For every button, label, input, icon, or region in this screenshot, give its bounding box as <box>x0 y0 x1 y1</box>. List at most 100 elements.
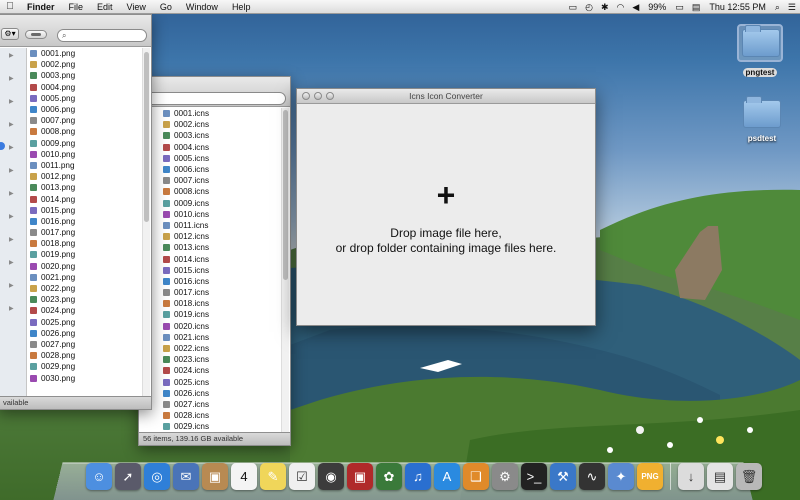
file-row[interactable]: 0007.icns <box>139 175 280 186</box>
file-row[interactable]: 0018.png <box>0 238 141 249</box>
apple-menu-icon[interactable]:  <box>0 1 20 12</box>
reminders-icon[interactable]: ☑ <box>289 463 315 490</box>
finder-icon[interactable]: ☺ <box>86 463 112 490</box>
file-row[interactable]: 0021.icns <box>139 332 280 343</box>
file-row[interactable]: 0013.png <box>0 182 141 193</box>
file-row[interactable]: 0012.icns <box>139 231 280 242</box>
file-row[interactable]: 0002.icns <box>139 119 280 130</box>
scrollbar[interactable] <box>281 108 289 445</box>
menu-app-finder[interactable]: Finder <box>20 0 62 14</box>
downloads-icon[interactable]: ↓ <box>678 463 704 490</box>
wifi-icon[interactable]: ◠ <box>613 2 629 13</box>
menu-view[interactable]: View <box>120 0 153 14</box>
calendar-icon[interactable]: 4 <box>231 463 257 490</box>
file-row[interactable]: 0023.icns <box>139 354 280 365</box>
file-row[interactable]: 0003.png <box>0 70 141 81</box>
file-row[interactable]: 0015.png <box>0 205 141 216</box>
file-row[interactable]: 0024.icns <box>139 365 280 376</box>
file-row[interactable]: 0010.icns <box>139 209 280 220</box>
file-row[interactable]: 0028.icns <box>139 410 280 421</box>
appstore-icon[interactable]: A <box>434 463 460 490</box>
file-row[interactable]: 0020.icns <box>139 321 280 332</box>
file-row[interactable]: 0026.icns <box>139 388 280 399</box>
file-row[interactable]: 0023.png <box>0 294 141 305</box>
file-row[interactable]: 0019.png <box>0 249 141 260</box>
file-row[interactable]: 0012.png <box>0 171 141 182</box>
file-row[interactable]: 0025.png <box>0 317 141 328</box>
file-row[interactable]: 0001.icns <box>139 108 280 119</box>
file-row[interactable]: 0017.png <box>0 227 141 238</box>
safari-icon[interactable]: ◎ <box>144 463 170 490</box>
file-row[interactable]: 0026.png <box>0 328 141 339</box>
file-row[interactable]: 0008.png <box>0 126 141 137</box>
zoom-button[interactable] <box>326 92 334 100</box>
file-row[interactable]: 0009.png <box>0 138 141 149</box>
iphoto-icon[interactable]: ✿ <box>376 463 402 490</box>
file-row[interactable]: 0016.icns <box>139 276 280 287</box>
menu-help[interactable]: Help <box>225 0 258 14</box>
file-row[interactable]: 0021.png <box>0 272 141 283</box>
file-row[interactable]: 0001.png <box>0 48 141 59</box>
menu-file[interactable]: File <box>62 0 91 14</box>
file-row[interactable]: 0028.png <box>0 350 141 361</box>
file-row[interactable]: 0020.png <box>0 261 141 272</box>
file-row[interactable]: 0019.icns <box>139 309 280 320</box>
itunes-icon[interactable]: ♫ <box>405 463 431 490</box>
terminal-icon[interactable]: >_ <box>521 463 547 490</box>
spotlight-icon[interactable]: ⌕ <box>771 2 784 13</box>
desktop-folder-psdtest[interactable]: psdtest <box>739 96 785 146</box>
scrollbar[interactable] <box>142 48 150 398</box>
photobooth-icon[interactable]: ▣ <box>347 463 373 490</box>
close-button[interactable] <box>302 92 310 100</box>
png-icon[interactable]: PNG <box>637 463 663 490</box>
status-menu-icon[interactable]: ▭ <box>565 2 582 13</box>
file-row[interactable]: 0009.icns <box>139 198 280 209</box>
file-row[interactable]: 0002.png <box>0 59 141 70</box>
file-row[interactable]: 0005.png <box>0 93 141 104</box>
desktop-folder-pngtest[interactable]: pngtest <box>737 24 783 80</box>
file-row[interactable]: 0015.icns <box>139 265 280 276</box>
trash-icon[interactable]: 🗑 <box>736 463 762 490</box>
file-row[interactable]: 0025.icns <box>139 377 280 388</box>
file-row[interactable]: 0014.png <box>0 193 141 204</box>
mail-icon[interactable]: ✉ <box>173 463 199 490</box>
menu-go[interactable]: Go <box>153 0 179 14</box>
file-row[interactable]: 0022.icns <box>139 343 280 354</box>
menu-window[interactable]: Window <box>179 0 225 14</box>
file-row[interactable]: 0017.icns <box>139 287 280 298</box>
clock[interactable]: Thu 12:55 PM <box>704 0 771 14</box>
flag-icon[interactable]: ▤ <box>688 2 705 13</box>
launchpad-icon[interactable]: ➚ <box>115 463 141 490</box>
minimize-button[interactable] <box>314 92 322 100</box>
activity-monitor-icon[interactable]: ∿ <box>579 463 605 490</box>
file-row[interactable]: 0013.icns <box>139 242 280 253</box>
battery-icon[interactable]: ▭ <box>671 2 688 13</box>
file-row[interactable]: 0018.icns <box>139 298 280 309</box>
file-row[interactable]: 0014.icns <box>139 253 280 264</box>
bluetooth-icon[interactable]: ✱ <box>597 2 613 13</box>
file-row[interactable]: 0010.png <box>0 149 141 160</box>
ibooks-icon[interactable]: ❑ <box>463 463 489 490</box>
file-row[interactable]: 0005.icns <box>139 153 280 164</box>
notes-icon[interactable]: ✎ <box>260 463 286 490</box>
file-row[interactable]: 0006.icns <box>139 164 280 175</box>
file-row[interactable]: 0029.png <box>0 361 141 372</box>
notification-center-icon[interactable]: ☰ <box>784 2 800 13</box>
menu-edit[interactable]: Edit <box>90 0 120 14</box>
preferences-icon[interactable]: ⚙ <box>492 463 518 490</box>
search-field[interactable]: ⌕ <box>57 29 147 42</box>
time-machine-icon[interactable]: ◴ <box>581 2 597 13</box>
file-row[interactable]: 0029.icns <box>139 421 280 432</box>
search-field[interactable] <box>141 92 286 105</box>
file-row[interactable]: 0003.icns <box>139 130 280 141</box>
facetime-icon[interactable]: ◉ <box>318 463 344 490</box>
file-row[interactable]: 0030.png <box>0 372 141 383</box>
documents-icon[interactable]: ▤ <box>707 463 733 490</box>
file-row[interactable]: 0004.png <box>0 82 141 93</box>
battery-status[interactable]: 99% <box>643 0 671 14</box>
file-row[interactable]: 0027.png <box>0 339 141 350</box>
file-row[interactable]: 0027.icns <box>139 399 280 410</box>
file-row[interactable]: 0011.png <box>0 160 141 171</box>
file-row[interactable]: 0016.png <box>0 216 141 227</box>
file-row[interactable]: 0024.png <box>0 305 141 316</box>
